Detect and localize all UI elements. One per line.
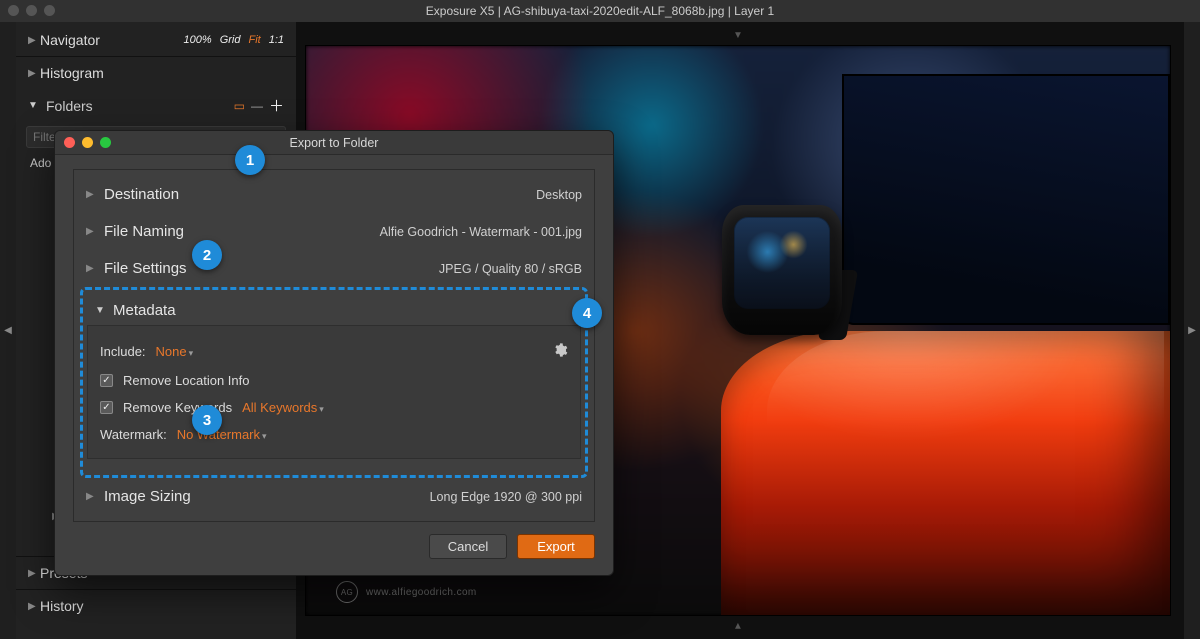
app-window: Exposure X5 | AG-shibuya-taxi-2020edit-A… — [0, 0, 1200, 639]
export-button[interactable]: Export — [517, 534, 595, 559]
grid-toggle[interactable]: Grid — [220, 34, 241, 46]
chevron-down-icon: ▾ — [189, 348, 194, 358]
include-label: Include: — [100, 344, 146, 359]
image-sizing-value: Long Edge 1920 @ 300 ppi — [430, 490, 582, 504]
remove-location-row[interactable]: ✓ Remove Location Info — [100, 367, 568, 394]
section-metadata[interactable]: ▼ Metadata — [87, 296, 581, 319]
chevron-right-icon: ▶ — [28, 68, 40, 79]
fit-toggle[interactable]: Fit — [248, 34, 260, 46]
watermark-dropdown[interactable]: No Watermark▾ — [177, 427, 267, 442]
section-image-sizing[interactable]: ▶ Image Sizing Long Edge 1920 @ 300 ppi — [78, 478, 590, 515]
maximize-icon[interactable] — [100, 137, 111, 148]
annotation-badge-3: 3 — [192, 405, 222, 435]
cancel-button[interactable]: Cancel — [429, 534, 507, 559]
chevron-right-icon: ▶ — [86, 189, 98, 200]
remove-keywords-row[interactable]: ✓ Remove Keywords All Keywords▾ — [100, 394, 568, 421]
remove-folder-icon[interactable]: — — [251, 99, 263, 113]
export-dialog: Export to Folder ▶ Destination Desktop ▶… — [54, 130, 614, 576]
panel-navigator[interactable]: ▶ Navigator 100% Grid Fit 1:1 — [16, 22, 296, 56]
dialog-window-controls[interactable] — [64, 137, 111, 148]
photo-watermark: AG www.alfiegoodrich.com — [336, 581, 477, 603]
chevron-right-icon: ▶ — [86, 226, 98, 237]
chevron-down-icon: ▾ — [262, 431, 267, 441]
panel-histogram[interactable]: ▶ Histogram — [16, 56, 296, 89]
file-settings-value: JPEG / Quality 80 / sRGB — [439, 262, 582, 276]
close-icon[interactable] — [8, 5, 19, 16]
annotation-badge-1: 1 — [235, 145, 265, 175]
chevron-right-icon: ▶ — [28, 601, 40, 612]
watermark-row: Watermark: No Watermark▾ — [100, 421, 568, 448]
dialog-title: Export to Folder — [55, 131, 613, 155]
chevron-left-icon: ◀ — [4, 325, 12, 336]
chevron-right-icon: ▶ — [1188, 325, 1196, 336]
panel-title: Folders — [46, 98, 228, 114]
add-folder-icon[interactable]: ＋ — [269, 95, 284, 116]
car-body-shape — [721, 331, 1170, 616]
watermark-logo-icon: AG — [336, 581, 358, 603]
metadata-body: Include: None▾ ✓ Remove Location Info — [87, 325, 581, 459]
mirror-shape — [722, 205, 842, 335]
section-destination[interactable]: ▶ Destination Desktop — [78, 176, 590, 213]
zoom-value[interactable]: 100% — [184, 34, 212, 46]
panel-title: Histogram — [40, 65, 284, 81]
section-file-naming[interactable]: ▶ File Naming Alfie Goodrich - Watermark… — [78, 213, 590, 250]
gear-icon[interactable] — [552, 342, 568, 361]
keywords-dropdown[interactable]: All Keywords▾ — [242, 400, 324, 415]
checkbox-checked-icon[interactable]: ✓ — [100, 401, 113, 414]
panel-folders[interactable]: ▼ Folders ▭ — ＋ — [16, 89, 296, 122]
right-rail[interactable]: ▶ — [1184, 22, 1200, 639]
dialog-buttons: Cancel Export — [73, 522, 595, 559]
panel-title: History — [40, 598, 284, 614]
close-icon[interactable] — [64, 137, 75, 148]
titlebar: Exposure X5 | AG-shibuya-taxi-2020edit-A… — [0, 0, 1200, 22]
file-naming-value: Alfie Goodrich - Watermark - 001.jpg — [380, 225, 582, 239]
car-window-shape — [842, 74, 1170, 324]
left-rail[interactable]: ◀ — [0, 22, 16, 639]
metadata-highlight-box: ▼ Metadata Include: None▾ — [80, 287, 588, 478]
window-title: Exposure X5 | AG-shibuya-taxi-2020edit-A… — [426, 4, 774, 18]
one-to-one-toggle[interactable]: 1:1 — [269, 34, 284, 46]
chevron-down-icon[interactable]: ▼ — [733, 30, 743, 46]
minimize-icon[interactable] — [26, 5, 37, 16]
chevron-right-icon: ▶ — [28, 568, 40, 579]
chevron-right-icon: ▶ — [28, 35, 40, 46]
annotation-badge-2: 2 — [192, 240, 222, 270]
navigator-meta: 100% Grid Fit 1:1 — [184, 34, 284, 46]
metadata-include-row: Include: None▾ — [100, 336, 568, 367]
dialog-titlebar[interactable]: Export to Folder — [55, 131, 613, 155]
folder-root-label: Ado — [30, 156, 51, 170]
panel-history[interactable]: ▶ History — [16, 589, 296, 622]
panel-title: Navigator — [40, 32, 184, 48]
chevron-down-icon: ▾ — [319, 404, 324, 414]
chevron-right-icon: ▶ — [86, 263, 98, 274]
maximize-icon[interactable] — [44, 5, 55, 16]
watermark-label: Watermark: — [100, 427, 167, 442]
chevron-right-icon: ▶ — [86, 491, 98, 502]
checkbox-checked-icon[interactable]: ✓ — [100, 374, 113, 387]
folder-display-icon[interactable]: ▭ — [234, 99, 245, 113]
section-file-settings[interactable]: ▶ File Settings JPEG / Quality 80 / sRGB — [78, 250, 590, 287]
dialog-body: ▶ Destination Desktop ▶ File Naming Alfi… — [55, 155, 613, 575]
minimize-icon[interactable] — [82, 137, 93, 148]
chevron-up-icon[interactable]: ▼ — [733, 615, 743, 631]
chevron-down-icon: ▼ — [28, 100, 40, 111]
include-dropdown[interactable]: None▾ — [156, 344, 194, 359]
window-controls[interactable] — [8, 5, 55, 16]
chevron-down-icon: ▼ — [95, 305, 107, 316]
dialog-frame: ▶ Destination Desktop ▶ File Naming Alfi… — [73, 169, 595, 522]
annotation-badge-4: 4 — [572, 298, 602, 328]
destination-value: Desktop — [536, 188, 582, 202]
